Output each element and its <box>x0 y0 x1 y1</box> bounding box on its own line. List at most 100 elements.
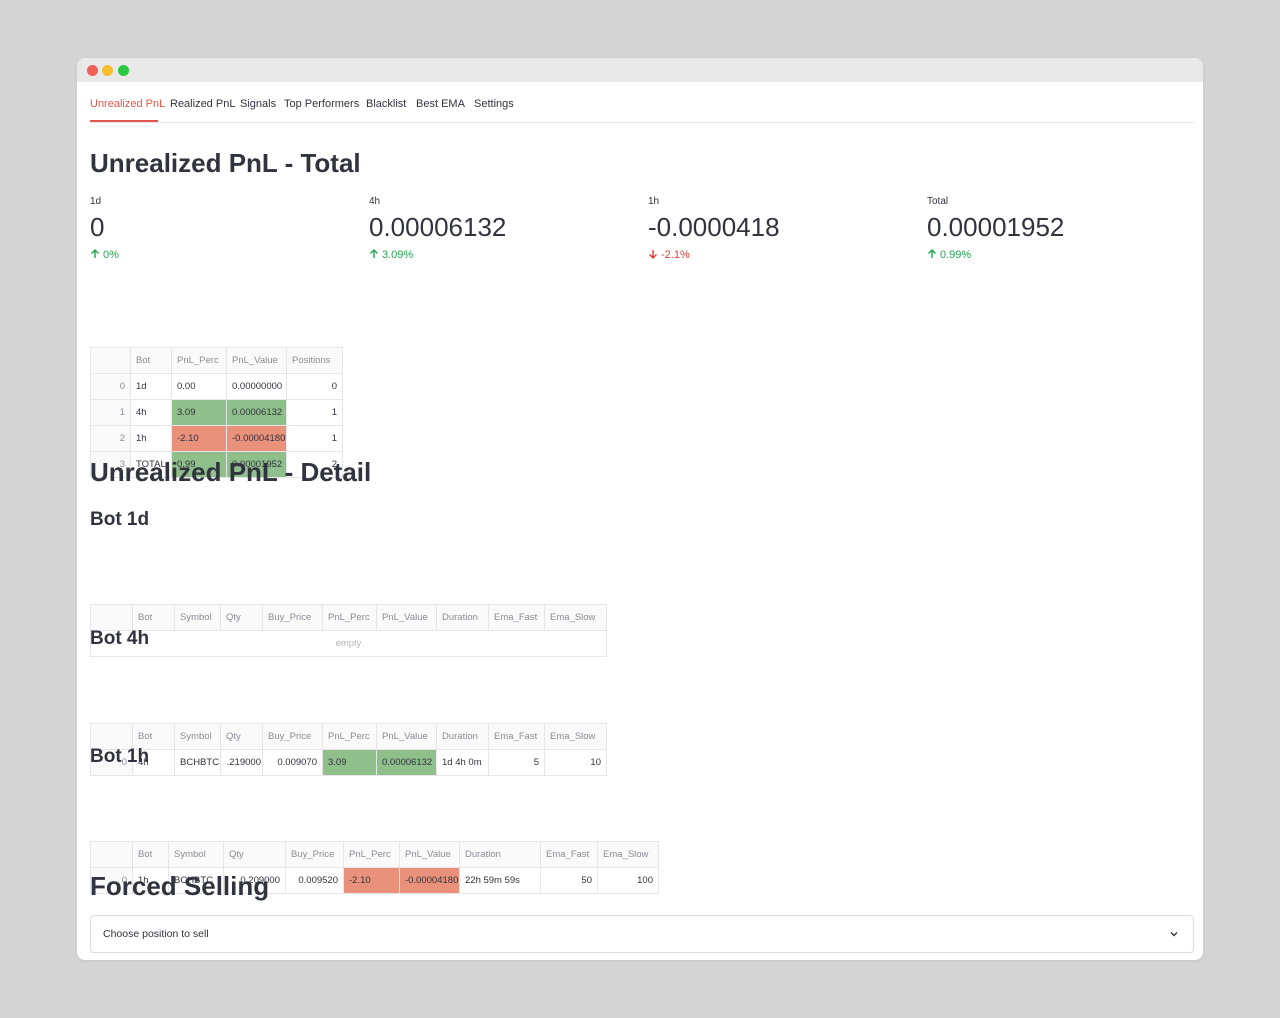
column-header[interactable]: Positions <box>286 347 343 374</box>
metric-4h: 4h 0.00006132 3.09% <box>369 196 639 261</box>
table-cell: 1d 4h 0m <box>436 749 489 776</box>
metric-value: 0 <box>90 212 105 242</box>
column-header[interactable]: Bot <box>132 841 169 868</box>
table-cell: 0.00006132 <box>376 749 437 776</box>
table-cell: 22h 59m 59s <box>459 867 541 894</box>
close-window-dot[interactable] <box>87 65 98 76</box>
column-header[interactable]: Bot <box>130 347 172 374</box>
table-cell: 0.00 <box>171 373 227 400</box>
metric-delta: 0.99% <box>927 249 1197 261</box>
metric-delta: 0% <box>90 249 360 261</box>
column-header[interactable]: Qty <box>220 723 263 750</box>
metric-label: Total <box>927 196 949 207</box>
column-header[interactable]: Symbol <box>168 841 224 868</box>
column-header[interactable]: Duration <box>459 841 541 868</box>
row-index: 1 <box>90 399 131 426</box>
column-header[interactable]: Ema_Fast <box>540 841 598 868</box>
column-header[interactable]: Qty <box>220 604 263 631</box>
table-cell: 100 <box>597 867 659 894</box>
column-header[interactable]: Buy_Price <box>262 604 323 631</box>
column-header[interactable]: Duration <box>436 723 489 750</box>
row-index: 0 <box>90 373 131 400</box>
table-cell: 4h <box>130 399 172 426</box>
forced-selling-title: Forced Selling <box>90 871 270 901</box>
table-cell: 1 <box>286 425 343 452</box>
table-header-row: Bot Symbol Qty Buy_Price PnL_Perc PnL_Va… <box>90 723 607 750</box>
table-cell: 50 <box>540 867 598 894</box>
tab-unrealized-pnl[interactable]: Unrealized PnL <box>90 98 165 110</box>
total-section-title: Unrealized PnL - Total <box>90 148 361 178</box>
maximize-window-dot[interactable] <box>118 65 129 76</box>
tab-best-ema[interactable]: Best EMA <box>416 98 465 110</box>
table-header-row: Bot Symbol Qty Buy_Price PnL_Perc PnL_Va… <box>90 604 607 631</box>
bot-1h-title: Bot 1h <box>90 746 150 767</box>
row-index: 2 <box>90 425 131 452</box>
tab-bar: Unrealized PnL Realized PnL Signals Top … <box>90 82 1194 123</box>
column-header[interactable]: PnL_Perc <box>322 604 377 631</box>
arrow-up-icon <box>370 249 378 258</box>
bot-1d-table[interactable]: Bot Symbol Qty Buy_Price PnL_Perc PnL_Va… <box>90 604 607 657</box>
table-row: 0 1d 0.00 0.00000000 0 <box>90 373 343 400</box>
column-header[interactable]: PnL_Value <box>376 723 437 750</box>
empty-placeholder: empty <box>90 630 607 657</box>
metric-total: Total 0.00001952 0.99% <box>927 196 1197 261</box>
table-cell: 3.09 <box>171 399 227 426</box>
table-cell: 5 <box>488 749 545 776</box>
column-header[interactable]: PnL_Perc <box>343 841 400 868</box>
table-cell: 0.00000000 <box>226 373 287 400</box>
table-cell: 0.009070 <box>262 749 323 776</box>
table-row: empty <box>90 630 607 657</box>
column-header[interactable]: PnL_Value <box>399 841 460 868</box>
column-header[interactable]: Ema_Fast <box>488 723 545 750</box>
metric-label: 1h <box>648 196 660 207</box>
column-header[interactable]: Bot <box>132 604 175 631</box>
metric-value: 0.00006132 <box>369 212 507 242</box>
table-cell: 1 <box>286 399 343 426</box>
table-row: 0 4h BCHBTC .219000 0.009070 3.09 0.0000… <box>90 749 607 776</box>
metric-label: 4h <box>369 196 381 207</box>
tab-signals[interactable]: Signals <box>240 98 276 110</box>
bot-1d-title: Bot 1d <box>90 509 150 530</box>
metric-delta: -2.1% <box>648 249 918 261</box>
column-header[interactable]: Duration <box>436 604 489 631</box>
column-header[interactable]: Buy_Price <box>262 723 323 750</box>
chevron-down-icon[interactable] <box>1169 929 1179 939</box>
column-header[interactable]: PnL_Value <box>226 347 287 374</box>
column-header[interactable]: Qty <box>223 841 286 868</box>
column-header[interactable]: Ema_Slow <box>597 841 659 868</box>
column-header[interactable]: PnL_Value <box>376 604 437 631</box>
arrow-down-icon <box>649 250 657 259</box>
minimize-window-dot[interactable] <box>102 65 113 76</box>
metric-value: 0.00001952 <box>927 212 1065 242</box>
table-cell: 0.009520 <box>285 867 344 894</box>
tab-top-performers[interactable]: Top Performers <box>284 98 359 110</box>
metric-value: -0.0000418 <box>648 212 780 242</box>
metric-label: 1d <box>90 196 102 207</box>
table-cell: -0.00004180 <box>226 425 287 452</box>
column-header[interactable] <box>90 604 133 631</box>
bot-4h-table[interactable]: Bot Symbol Qty Buy_Price PnL_Perc PnL_Va… <box>90 723 607 776</box>
table-cell: 3.09 <box>322 749 377 776</box>
column-header[interactable]: Ema_Slow <box>544 604 607 631</box>
tab-realized-pnl[interactable]: Realized PnL <box>170 98 235 110</box>
table-cell: 0 <box>286 373 343 400</box>
column-header[interactable]: PnL_Perc <box>322 723 377 750</box>
table-row: 2 1h -2.10 -0.00004180 1 <box>90 425 343 452</box>
tab-settings[interactable]: Settings <box>474 98 514 110</box>
column-header[interactable]: Symbol <box>174 723 221 750</box>
table-cell: .219000 <box>220 749 263 776</box>
column-header[interactable]: Ema_Fast <box>488 604 545 631</box>
column-header[interactable]: Ema_Slow <box>544 723 607 750</box>
table-cell: BCHBTC <box>174 749 221 776</box>
table-header-row: Bot PnL_Perc PnL_Value Positions <box>90 347 343 374</box>
column-header[interactable] <box>90 347 131 374</box>
metric-1d: 1d 0 0% <box>90 196 360 261</box>
table-cell: -0.00004180 <box>399 867 460 894</box>
column-header[interactable]: PnL_Perc <box>171 347 227 374</box>
tab-blacklist[interactable]: Blacklist <box>366 98 406 110</box>
column-header[interactable]: Symbol <box>174 604 221 631</box>
window-titlebar <box>77 58 1203 82</box>
column-header[interactable] <box>90 841 133 868</box>
column-header[interactable]: Buy_Price <box>285 841 344 868</box>
position-select[interactable]: Choose position to sell <box>90 915 1194 953</box>
